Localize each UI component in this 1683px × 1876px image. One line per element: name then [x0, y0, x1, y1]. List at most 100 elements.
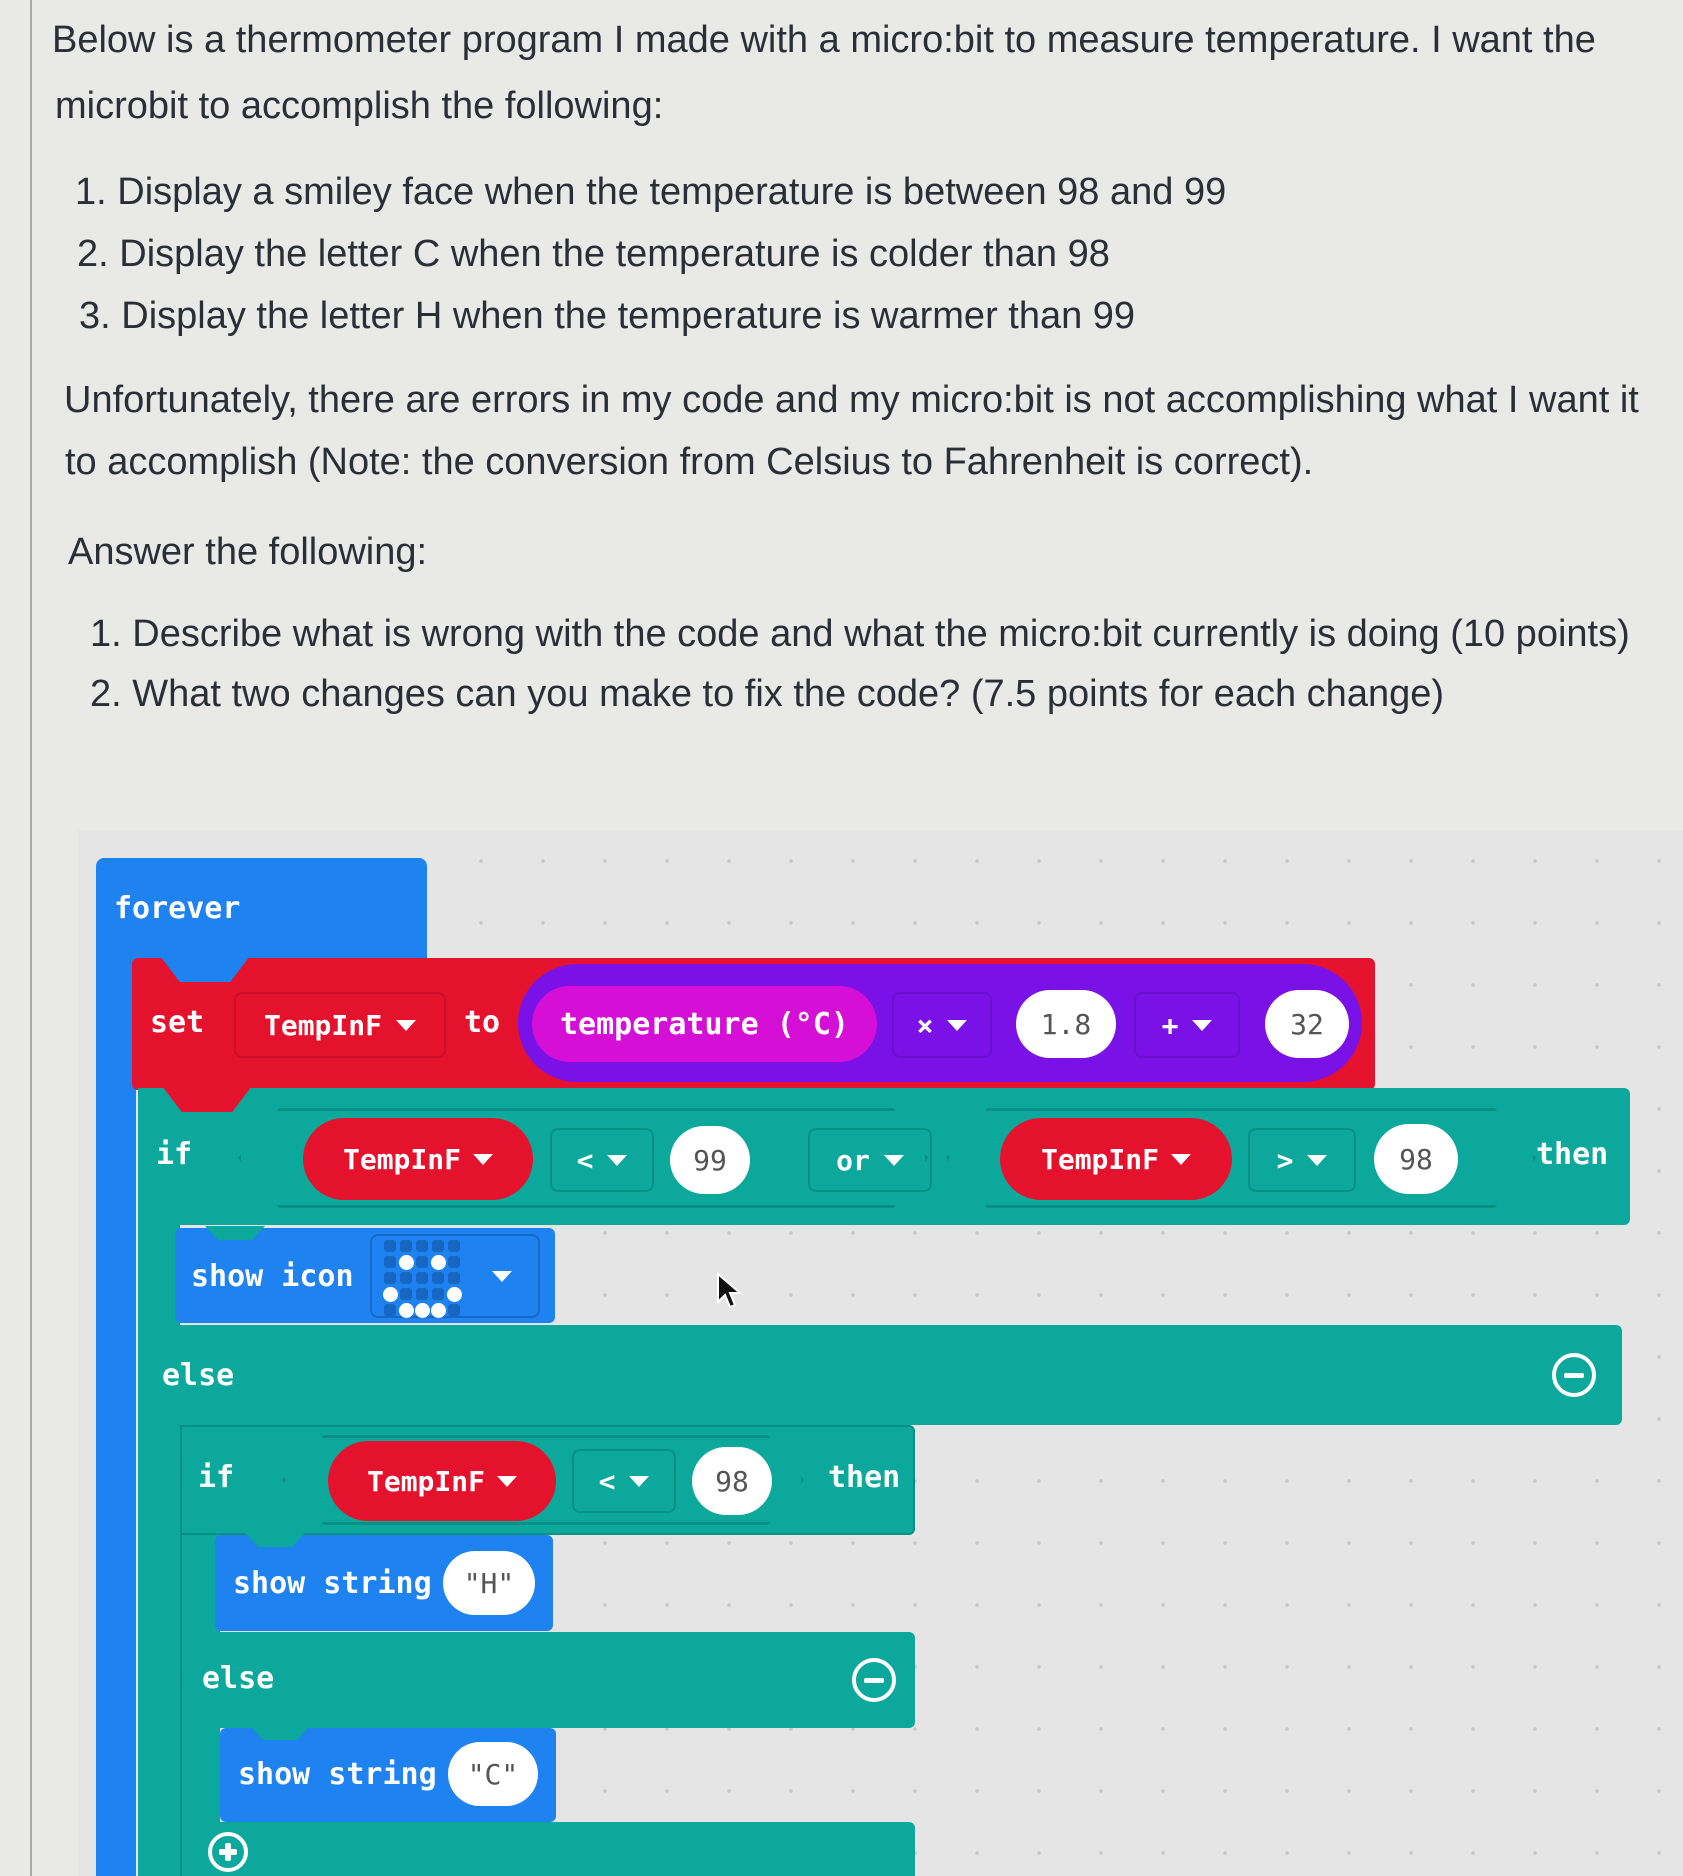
- string-input[interactable]: "H": [443, 1551, 535, 1615]
- compare-operator-dropdown[interactable]: <: [550, 1128, 654, 1192]
- inner-if-footer: [182, 1822, 915, 1876]
- dropdown-arrow-icon: [883, 1154, 904, 1166]
- dropdown-arrow-icon: [1307, 1154, 1328, 1166]
- led-off: [400, 1272, 412, 1284]
- operator-label: +: [1161, 1008, 1179, 1042]
- string-input[interactable]: "C": [448, 1742, 538, 1806]
- logic-operator-dropdown[interactable]: or: [808, 1128, 932, 1192]
- then-label: then: [828, 1460, 901, 1495]
- led-off: [432, 1240, 444, 1252]
- show-icon-label: show icon: [191, 1259, 354, 1294]
- multiplier-value: 1.8: [1040, 1007, 1092, 1041]
- led-on: [382, 1286, 398, 1302]
- led-off: [416, 1256, 428, 1268]
- compare-operator-dropdown[interactable]: <: [572, 1449, 676, 1513]
- if-block-arm: [138, 1225, 180, 1876]
- multiplier-input[interactable]: 1.8: [1016, 990, 1116, 1058]
- set-variable-block[interactable]: set TempInF to temperature (°C) × 1.8 + …: [132, 956, 1375, 1090]
- addend-input[interactable]: 32: [1265, 990, 1349, 1058]
- then-label: then: [1536, 1137, 1609, 1172]
- block-notch: [250, 1726, 310, 1740]
- set-label: set: [150, 1005, 205, 1040]
- intro-line-2: microbit to accomplish the following:: [55, 85, 664, 127]
- compare-value: 98: [715, 1464, 749, 1498]
- temperature-reporter[interactable]: temperature (°C): [532, 986, 877, 1062]
- minus-icon: [864, 1677, 884, 1683]
- led-off: [416, 1272, 428, 1284]
- requirement-item: 3. Display the letter H when the tempera…: [79, 295, 1136, 337]
- question-item: 1. Describe what is wrong with the code …: [90, 613, 1630, 655]
- show-string-label: show string: [233, 1566, 432, 1601]
- dropdown-arrow-icon: [497, 1475, 517, 1487]
- add-else-if-button[interactable]: [208, 1832, 248, 1872]
- if-label: if: [198, 1460, 235, 1495]
- else-label: else: [202, 1661, 275, 1696]
- dropdown-arrow-icon: [1192, 1019, 1213, 1031]
- led-off: [384, 1272, 396, 1284]
- show-icon-block[interactable]: show icon: [175, 1226, 555, 1323]
- variable-dropdown[interactable]: TempInF: [234, 992, 446, 1058]
- else-label: else: [162, 1358, 235, 1393]
- smiley-icon: [382, 1238, 462, 1318]
- led-on: [414, 1302, 430, 1318]
- block-notch: [160, 956, 250, 982]
- variable-name: TempInF: [366, 1464, 485, 1498]
- compare-value-input[interactable]: 98: [692, 1447, 772, 1515]
- led-off: [432, 1272, 444, 1284]
- led-off: [432, 1288, 444, 1300]
- led-on: [398, 1302, 414, 1318]
- variable-reporter[interactable]: TempInF: [1000, 1118, 1232, 1200]
- variable-reporter[interactable]: TempInF: [303, 1118, 533, 1200]
- icon-picker-dropdown[interactable]: [370, 1234, 540, 1318]
- variable-name: TempInF: [1040, 1142, 1159, 1176]
- mouse-cursor-icon: [717, 1272, 743, 1309]
- block-notch: [245, 1533, 305, 1547]
- answer-heading: Answer the following:: [68, 531, 428, 573]
- inner-if-block[interactable]: if TempInF < 98 then: [180, 1425, 915, 1535]
- remove-else-button[interactable]: [852, 1658, 896, 1702]
- dropdown-arrow-icon: [396, 1019, 416, 1031]
- block-notch: [162, 1086, 252, 1112]
- led-off: [384, 1304, 396, 1316]
- show-string-label: show string: [238, 1757, 437, 1792]
- led-off: [400, 1288, 412, 1300]
- compare-operator-dropdown[interactable]: >: [1248, 1128, 1356, 1192]
- led-off: [416, 1240, 428, 1252]
- compare-value: 99: [693, 1143, 727, 1177]
- dropdown-arrow-icon: [1171, 1153, 1191, 1165]
- led-off: [384, 1240, 396, 1252]
- forever-block[interactable]: forever: [96, 858, 427, 968]
- dropdown-arrow-icon: [947, 1019, 968, 1031]
- multiply-operator-dropdown[interactable]: ×: [892, 992, 992, 1058]
- remove-else-button[interactable]: [1552, 1353, 1596, 1397]
- led-off: [400, 1240, 412, 1252]
- requirement-item: 1. Display a smiley face when the temper…: [75, 171, 1227, 213]
- show-string-block[interactable]: show string "H": [215, 1533, 553, 1631]
- operator-label: <: [598, 1464, 616, 1498]
- question-item: 2. What two changes can you make to fix …: [90, 673, 1445, 715]
- else-section[interactable]: else: [140, 1325, 1622, 1425]
- compare-value-input[interactable]: 98: [1374, 1124, 1458, 1194]
- if-label: if: [156, 1137, 193, 1172]
- dropdown-arrow-icon: [607, 1154, 628, 1166]
- string-value: "H": [463, 1566, 515, 1600]
- inner-else-section[interactable]: else: [182, 1632, 915, 1728]
- variable-reporter[interactable]: TempInF: [328, 1441, 556, 1521]
- led-on: [398, 1254, 414, 1270]
- show-string-block[interactable]: show string "C": [220, 1726, 556, 1822]
- led-off: [448, 1240, 460, 1252]
- led-on: [430, 1302, 446, 1318]
- operator-label: <: [576, 1143, 594, 1177]
- add-operator-dropdown[interactable]: +: [1134, 992, 1240, 1058]
- addend-value: 32: [1290, 1007, 1324, 1041]
- intro-line-1: Below is a thermometer program I made wi…: [52, 19, 1596, 61]
- if-block[interactable]: if TempInF < 99 or TempInF > 98 then: [138, 1086, 1630, 1225]
- block-notch: [205, 1226, 265, 1240]
- compare-value-input[interactable]: 99: [670, 1126, 750, 1194]
- compare-value: 98: [1399, 1142, 1433, 1176]
- problem-line-2: to accomplish (Note: the conversion from…: [65, 441, 1314, 483]
- dropdown-arrow-icon: [629, 1475, 650, 1487]
- page-left-border: [30, 0, 32, 1876]
- led-on: [430, 1254, 446, 1270]
- forever-label: forever: [114, 891, 241, 926]
